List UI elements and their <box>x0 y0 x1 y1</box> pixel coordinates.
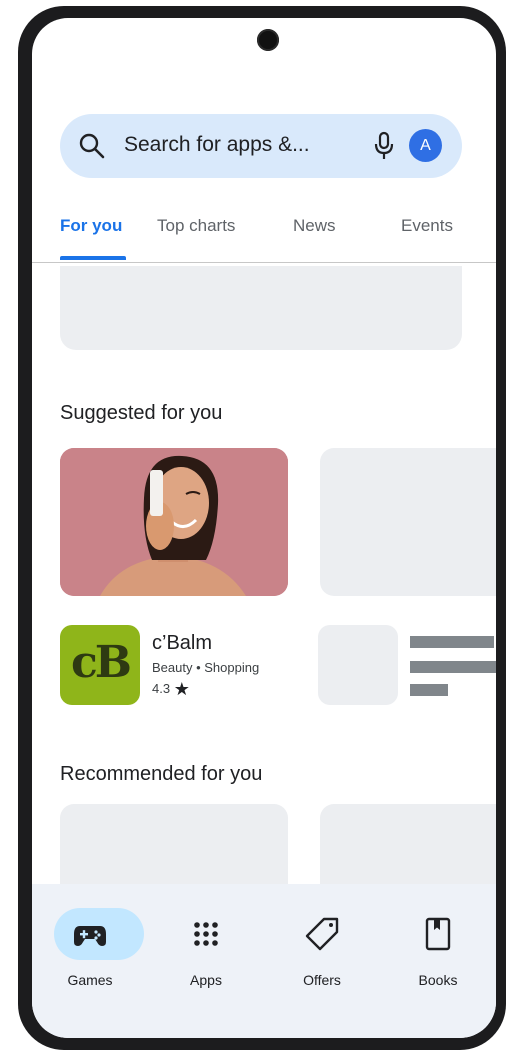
nav-item-books[interactable]: Books <box>380 884 496 1004</box>
nav-label-apps: Apps <box>190 972 222 988</box>
app-category: Beauty • Shopping <box>152 660 260 675</box>
banner-placeholder[interactable] <box>60 266 462 350</box>
nav-label-games: Games <box>67 972 113 988</box>
microphone-icon[interactable] <box>372 130 396 162</box>
active-tab-indicator <box>60 256 126 260</box>
woman-with-product-illustration <box>60 448 288 596</box>
search-bar[interactable]: Search for apps &... A <box>60 114 462 178</box>
tab-news[interactable]: News <box>293 216 336 236</box>
search-icon <box>79 133 105 159</box>
tabs-divider <box>32 262 496 263</box>
featured-app-image[interactable] <box>60 448 288 596</box>
text-placeholder-bar <box>410 684 448 696</box>
tab-for-you[interactable]: For you <box>60 216 122 236</box>
phone-screen: Search for apps &... A For you Top chart… <box>32 18 496 1038</box>
book-icon <box>425 917 451 951</box>
apps-grid-icon <box>194 922 218 946</box>
app-icon-placeholder[interactable] <box>318 625 398 705</box>
recommended-section-title: Recommended for you <box>60 763 263 785</box>
gamepad-icon <box>74 926 106 946</box>
tab-top-charts[interactable]: Top charts <box>157 216 235 236</box>
rating-value: 4.3 <box>152 681 171 696</box>
front-camera <box>257 29 279 51</box>
search-placeholder: Search for apps &... <box>124 133 310 156</box>
nav-item-offers[interactable]: Offers <box>264 884 380 1004</box>
app-name[interactable]: c’Balm <box>152 632 212 655</box>
nav-item-games[interactable]: Games <box>32 884 148 1004</box>
nav-item-apps[interactable]: Apps <box>148 884 264 1004</box>
suggested-section-title: Suggested for you <box>60 402 223 424</box>
featured-placeholder[interactable] <box>320 448 496 596</box>
app-icon-text: cB <box>71 637 132 688</box>
star-icon: ★ <box>173 679 190 699</box>
tab-events[interactable]: Events <box>401 216 453 236</box>
top-tabs: For you Top charts News Events <box>32 210 496 262</box>
text-placeholder-bar <box>410 661 496 673</box>
tag-icon <box>305 917 339 951</box>
text-placeholder-bar <box>410 636 494 648</box>
nav-label-books: Books <box>418 972 458 988</box>
app-rating: 4.3 ★ <box>152 679 190 700</box>
account-avatar[interactable]: A <box>409 129 442 162</box>
cbalm-app-icon[interactable]: cB <box>60 625 140 705</box>
bottom-navigation: Games Apps Offers Books <box>32 884 496 1038</box>
nav-label-offers: Offers <box>303 972 341 988</box>
